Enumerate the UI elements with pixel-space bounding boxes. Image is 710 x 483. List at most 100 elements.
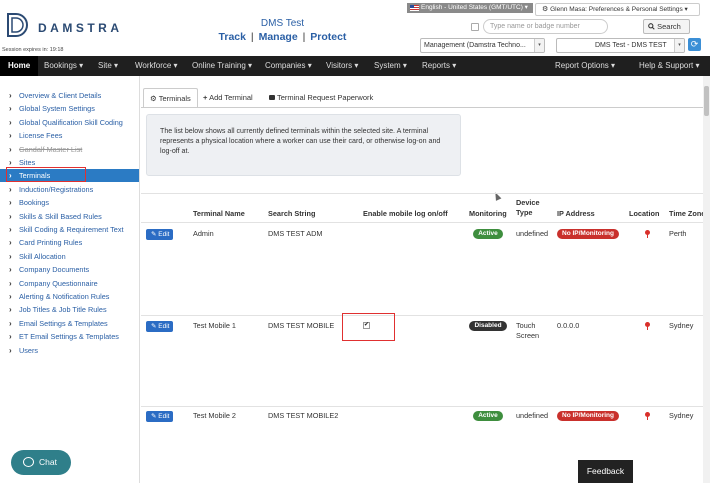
tab-terminals[interactable]: ⚙ Terminals xyxy=(143,88,198,108)
map-pin-icon[interactable] xyxy=(645,230,650,238)
chevron-down-icon: ▾ xyxy=(79,61,84,70)
nav-help-support[interactable]: Help & Support ▾ xyxy=(639,56,700,76)
map-pin-icon[interactable] xyxy=(645,412,650,420)
chevron-right-icon: › xyxy=(9,278,12,288)
nav-reports[interactable]: Reports ▾ xyxy=(422,56,456,76)
tab-add-terminal-label: Add Terminal xyxy=(209,93,253,102)
chevron-down-icon: ▾ xyxy=(452,61,457,70)
chevron-down-icon: ▾ xyxy=(611,61,616,70)
site-select[interactable]: DMS Test - DMS TEST ▾ xyxy=(556,38,685,53)
edit-button[interactable]: ✎ Edit xyxy=(146,229,173,240)
search-string: DMS TEST MOBILE2 xyxy=(268,411,339,420)
feedback-button[interactable]: Feedback xyxy=(578,460,633,483)
tab-add-terminal[interactable]: + Add Terminal xyxy=(203,88,253,108)
header: DAMSTRA Session expires in: 19:18 DMS Te… xyxy=(0,0,710,56)
chat-button[interactable]: Chat xyxy=(11,450,71,475)
sidebar-item-skills-skill-based-rules[interactable]: › Skills & Skill Based Rules xyxy=(0,210,139,223)
page-scrollbar[interactable] xyxy=(703,76,710,483)
search-button[interactable]: Search xyxy=(643,19,690,34)
sidebar-item-alerting-notification-rules[interactable]: › Alerting & Notification Rules xyxy=(0,290,139,303)
tab-divider xyxy=(141,107,710,108)
search-input[interactable]: Type name or badge number xyxy=(483,19,608,34)
col-device-type[interactable]: Device Type xyxy=(516,198,546,218)
col-monitoring[interactable]: Monitoring xyxy=(469,209,507,219)
sidebar-item-label: Card Printing Rules xyxy=(19,238,83,248)
col-search-string[interactable]: Search String xyxy=(268,209,315,219)
sidebar-item-bookings[interactable]: › Bookings xyxy=(0,196,139,209)
nav-online-training[interactable]: Online Training ▾ xyxy=(192,56,252,76)
search-string: DMS TEST ADM xyxy=(268,229,323,238)
company-select-value: Management (Damstra Techno... xyxy=(424,42,526,49)
user-preferences-menu[interactable]: ⚙ Glenn Masa: Preferences & Personal Set… xyxy=(535,3,700,16)
chevron-down-icon: ▾ xyxy=(524,4,528,11)
col-location[interactable]: Location xyxy=(629,209,659,219)
sidebar-item-induction-registrations[interactable]: › Induction/Registrations xyxy=(0,183,139,196)
sidebar-item-job-titles-job-title-rules[interactable]: › Job Titles & Job Title Rules xyxy=(0,303,139,316)
nav-workforce[interactable]: Workforce ▾ xyxy=(135,56,178,76)
nav-bookings-label: Bookings xyxy=(44,61,77,70)
gear-icon: ⚙ xyxy=(542,6,549,13)
device-type: Touch Screen xyxy=(516,321,540,340)
search-button-label: Search xyxy=(657,22,681,31)
damstra-logo-icon[interactable] xyxy=(6,12,28,38)
chat-label: Chat xyxy=(39,457,57,467)
tab-terminal-request-paperwork[interactable]: Terminal Request Paperwork xyxy=(269,88,373,108)
col-enable-mobile[interactable]: Enable mobile log on/off xyxy=(363,209,448,219)
sidebar-item-label: Users xyxy=(19,345,39,355)
monitoring-status-badge: Active xyxy=(473,229,503,239)
nav-visitors[interactable]: Visitors ▾ xyxy=(326,56,358,76)
info-box: The list below shows all currently defin… xyxy=(146,114,461,176)
edit-button-label: Edit xyxy=(158,231,170,238)
sidebar-item-global-qualification-skill-coding[interactable]: › Global Qualification Skill Coding xyxy=(0,116,139,129)
map-pin-icon[interactable] xyxy=(645,322,650,330)
page-scrollbar-thumb[interactable] xyxy=(704,86,709,116)
refresh-button[interactable]: ⟳ xyxy=(688,38,701,51)
col-terminal-name[interactable]: Terminal Name xyxy=(193,209,245,219)
chevron-down-icon: ▾ xyxy=(173,61,178,70)
sidebar-item-company-questionnaire[interactable]: › Company Questionnaire xyxy=(0,277,139,290)
sidebar-item-global-system-settings[interactable]: › Global System Settings xyxy=(0,102,139,115)
nav-home-label: Home xyxy=(8,61,31,70)
terminal-name: Admin xyxy=(193,229,214,238)
nav-companies[interactable]: Companies ▾ xyxy=(265,56,312,76)
nav-system[interactable]: System ▾ xyxy=(374,56,407,76)
sidebar-item-et-email-settings-templates[interactable]: › ET Email Settings & Templates xyxy=(0,330,139,343)
device-type: undefined xyxy=(516,229,549,238)
sidebar-item-company-documents[interactable]: › Company Documents xyxy=(0,263,139,276)
sidebar-item-card-printing-rules[interactable]: › Card Printing Rules xyxy=(0,236,139,249)
sidebar-item-label: Global Qualification Skill Coding xyxy=(19,117,123,127)
sidebar-item-users[interactable]: › Users xyxy=(0,344,139,357)
nav-bookings[interactable]: Bookings ▾ xyxy=(44,56,83,76)
sidebar-item-label: Alerting & Notification Rules xyxy=(19,292,110,301)
col-time-zone[interactable]: Time Zone xyxy=(669,209,703,219)
sidebar-item-skill-allocation[interactable]: › Skill Allocation xyxy=(0,250,139,263)
chevron-down-icon: ▾ xyxy=(114,61,119,70)
edit-button[interactable]: ✎ Edit xyxy=(146,411,173,422)
search-option-checkbox[interactable] xyxy=(471,23,479,31)
sidebar-item-license-fees[interactable]: › License Fees xyxy=(0,129,139,142)
nav-home[interactable]: Home xyxy=(0,56,39,76)
us-flag-icon xyxy=(410,5,419,11)
time-zone: Sydney xyxy=(669,321,694,330)
sidebar-item-label: Global System Settings xyxy=(19,104,95,114)
language-selector[interactable]: English - United States (GMT/UTC) ▾ xyxy=(407,3,533,13)
sidebar: › Overview & Client Details › Global System… xyxy=(0,76,140,483)
ip-status-badge: No IP/Monitoring xyxy=(557,229,619,239)
nav-site[interactable]: Site ▾ xyxy=(98,56,118,76)
tagline-separator: | xyxy=(250,31,254,43)
col-ip-address[interactable]: IP Address xyxy=(557,209,595,219)
chevron-down-icon: ▾ xyxy=(684,6,688,13)
sidebar-item-overview-client-details[interactable]: › Overview & Client Details xyxy=(0,89,139,102)
sidebar-item-email-settings-templates[interactable]: › Email Settings & Templates xyxy=(0,317,139,330)
row-divider xyxy=(141,406,710,407)
table-top-divider xyxy=(141,193,710,194)
nav-companies-label: Companies xyxy=(265,61,306,70)
mobile-checkbox-highlight xyxy=(342,313,395,341)
chevron-right-icon: › xyxy=(9,225,12,234)
nav-report-options[interactable]: Report Options ▾ xyxy=(555,56,615,76)
sidebar-item-skill-coding-requirement-text[interactable]: › Skill Coding & Requirement Text xyxy=(0,223,139,236)
sidebar-item-gandalf-master-list[interactable]: › Gandalf Master List xyxy=(0,143,139,156)
logo-text[interactable]: DAMSTRA xyxy=(38,21,123,35)
company-select[interactable]: Management (Damstra Techno... ▾ xyxy=(420,38,545,53)
edit-button[interactable]: ✎ Edit xyxy=(146,321,173,332)
